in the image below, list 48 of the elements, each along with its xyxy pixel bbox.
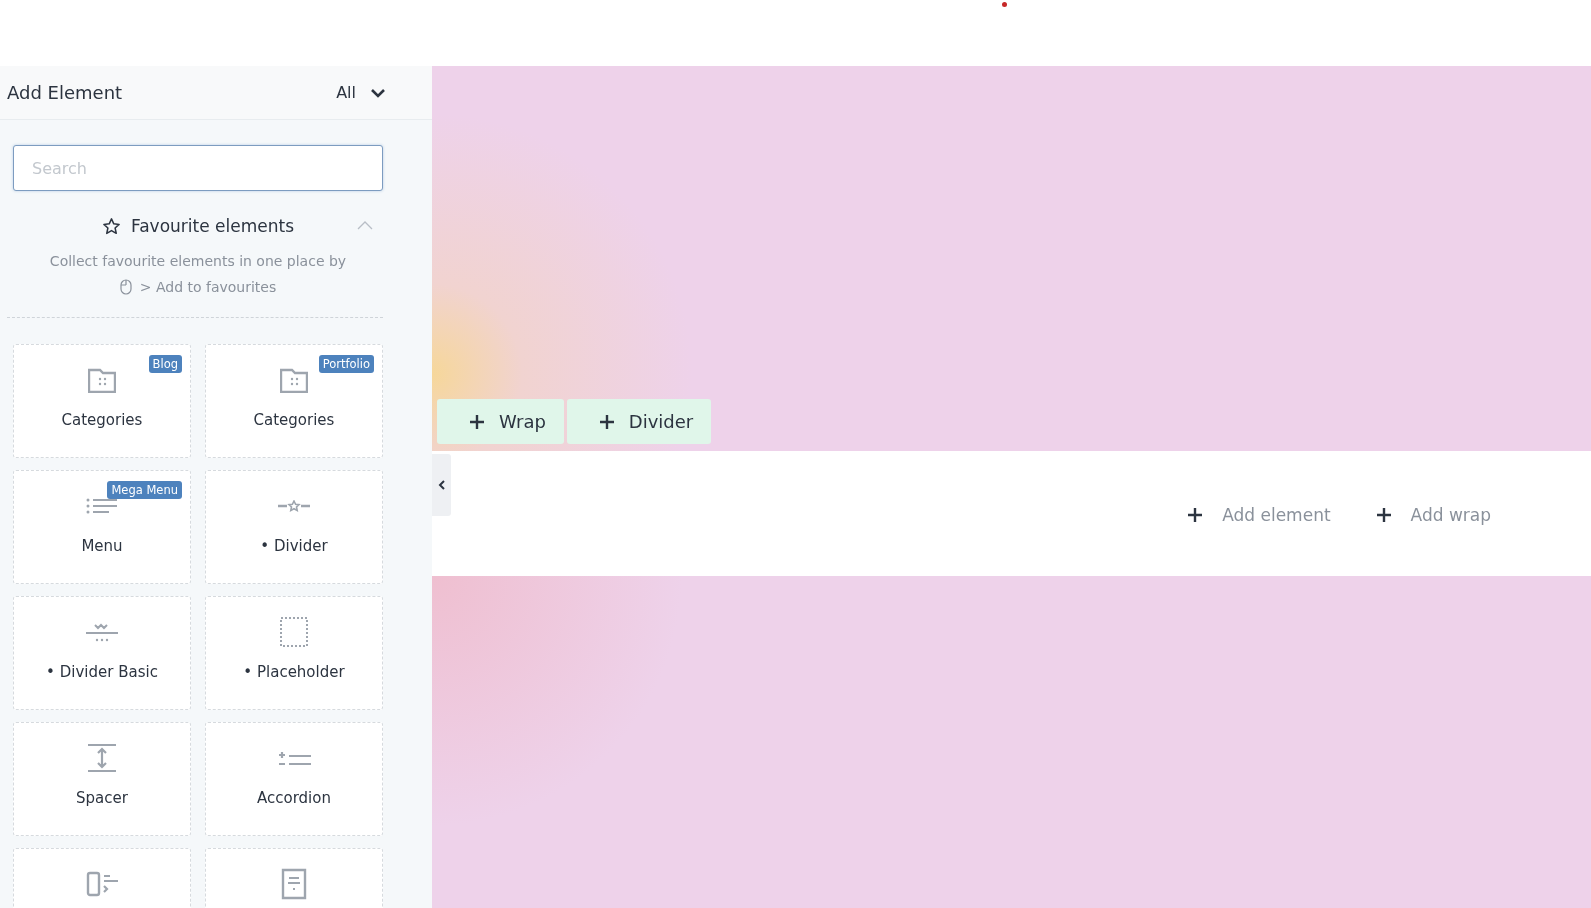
folder-icon — [88, 367, 116, 393]
filter-dropdown[interactable]: All — [336, 83, 386, 102]
element-card[interactable]: • Divider Basic — [13, 596, 191, 710]
element-label: • Divider — [260, 537, 328, 555]
collapse-tab[interactable] — [432, 454, 451, 516]
element-label: Menu — [81, 537, 123, 555]
wave-divider-icon — [85, 622, 119, 642]
collapse-chevron-icon[interactable] — [357, 220, 373, 230]
panel-title: Add Element — [7, 82, 123, 103]
folder-icon — [280, 367, 308, 393]
tag-badge: Mega Menu — [107, 481, 182, 499]
mouse-icon — [119, 279, 132, 295]
dotted-square-icon — [280, 617, 308, 647]
element-card[interactable]: Blog Categories — [13, 344, 191, 458]
star-divider-icon — [277, 500, 311, 512]
chevron-left-icon — [437, 479, 446, 491]
add-button[interactable]: Wrap — [437, 399, 564, 444]
tag-badge: Portfolio — [318, 355, 374, 373]
indicator-dot — [1002, 2, 1007, 7]
element-label: Categories — [61, 411, 143, 429]
media-list-icon — [85, 871, 119, 897]
element-label: Accordion — [257, 789, 331, 807]
star-icon — [101, 216, 121, 236]
element-label: • Placeholder — [243, 663, 345, 681]
search-field[interactable]: Search — [13, 145, 383, 191]
element-card[interactable]: Portfolio Categories — [205, 344, 383, 458]
element-card[interactable]: Mega Menu Menu — [13, 470, 191, 584]
element-card[interactable]: • Placeholder — [205, 596, 383, 710]
element-label: Spacer — [76, 789, 128, 807]
hint-text: > Add to favourites — [139, 279, 277, 295]
element-label: Categories — [253, 411, 335, 429]
tag-badge: Blog — [148, 355, 182, 373]
section-title: Favourite elements — [130, 216, 295, 236]
document-icon — [281, 868, 307, 900]
hint-text: Collect favourite elements in one place by — [49, 253, 347, 269]
element-label: • Divider Basic — [46, 663, 158, 681]
element-card[interactable]: Accordion — [205, 722, 383, 836]
add-button[interactable]: Divider — [566, 399, 712, 444]
list-icon — [86, 497, 118, 515]
spacer-icon — [87, 744, 117, 772]
plus-icon — [1375, 506, 1392, 523]
accordion-icon — [276, 750, 312, 766]
element-card[interactable]: • Divider — [205, 470, 383, 584]
plus-icon — [598, 413, 615, 430]
plus-icon — [469, 413, 485, 430]
plus-icon — [1187, 506, 1204, 523]
chevron-down-icon — [370, 87, 386, 98]
element-card[interactable]: Spacer — [13, 722, 191, 836]
